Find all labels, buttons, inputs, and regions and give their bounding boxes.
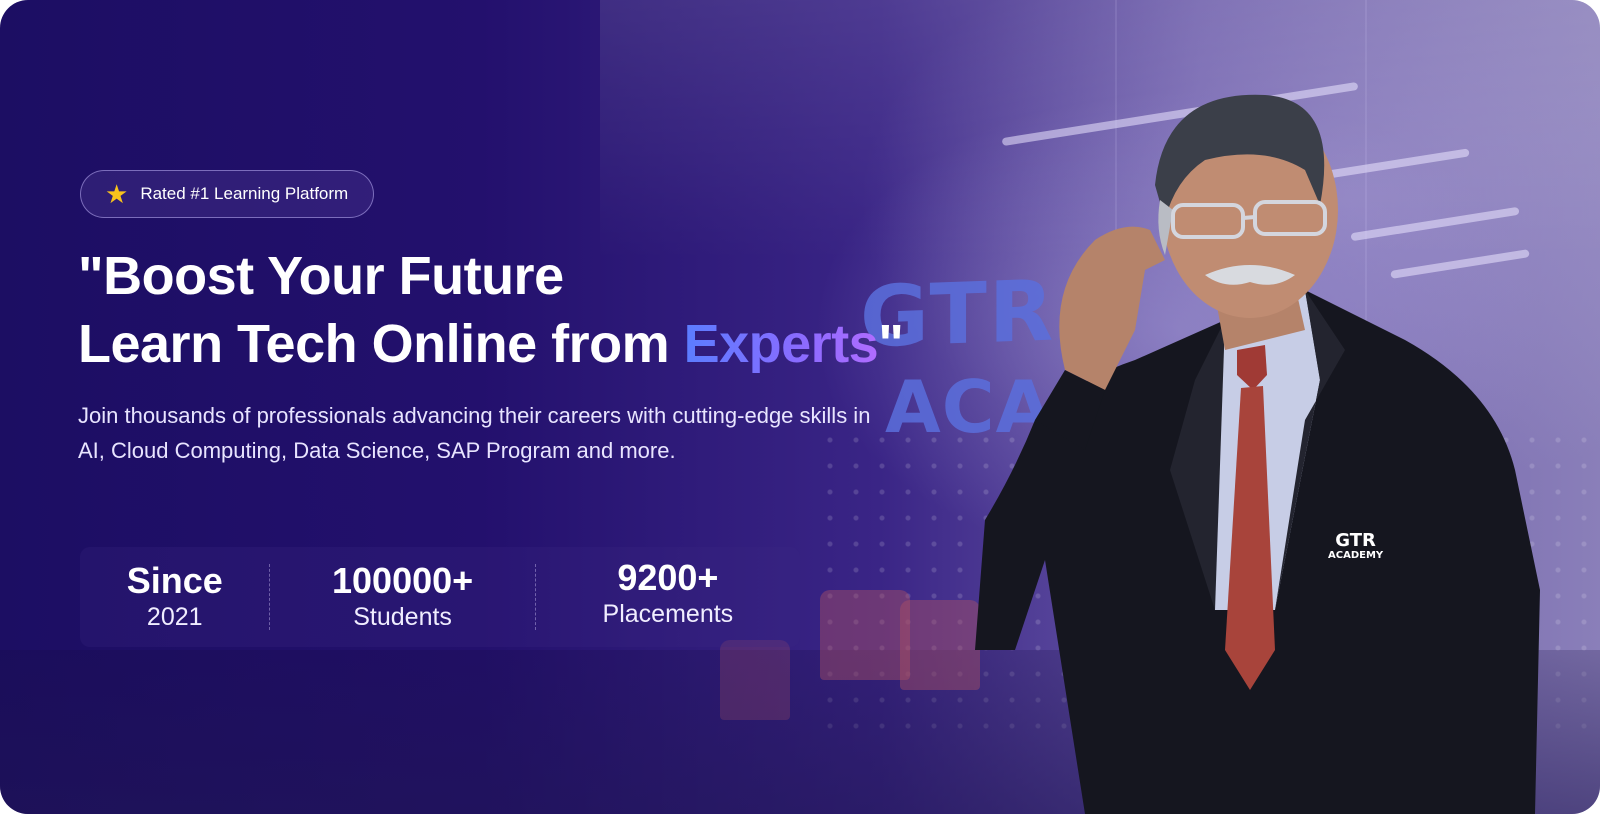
headline-accent: Experts	[683, 314, 879, 374]
headline-line2-suffix: "	[878, 314, 904, 374]
stat-since: Since 2021	[80, 561, 269, 633]
instructor-photo	[975, 94, 1540, 814]
stat-label: 2021	[146, 603, 203, 631]
jacket-logo-line1: GTR	[1335, 530, 1376, 551]
stat-students: 100000+ Students	[270, 561, 534, 633]
headline-line1: "Boost Your Future	[78, 246, 564, 306]
background-chair	[900, 600, 980, 690]
star-icon: ★	[105, 179, 129, 209]
stat-label: Placements	[602, 600, 734, 628]
hero-banner: GTR ACA GTR ACADEMY ★ Rated #1 Learning …	[0, 0, 1600, 814]
stat-placements: 9200+ Placements	[536, 558, 800, 630]
stat-value: 9200+	[617, 557, 719, 598]
hero-subtext: Join thousands of professionals advancin…	[78, 403, 871, 463]
stat-value: 100000+	[332, 560, 474, 601]
background-chair	[820, 590, 910, 680]
rating-badge-label: Rated #1 Learning Platform	[140, 184, 349, 203]
headline-line2: Learn Tech Online from Experts"	[78, 310, 904, 378]
jacket-logo-line2: ACADEMY	[1328, 550, 1384, 561]
rating-badge: ★ Rated #1 Learning Platform	[80, 170, 375, 218]
stat-value: Since	[126, 560, 223, 601]
hero-headline: "Boost Your Future Learn Tech Online fro…	[78, 242, 904, 378]
background-chair	[720, 640, 790, 720]
headline-line2-prefix: Learn Tech Online from	[78, 314, 684, 374]
jacket-logo: GTR ACADEMY	[1328, 532, 1383, 562]
stat-label: Students	[353, 603, 452, 631]
stats-bar: Since 2021 100000+ Students 9200+ Placem…	[80, 547, 800, 647]
